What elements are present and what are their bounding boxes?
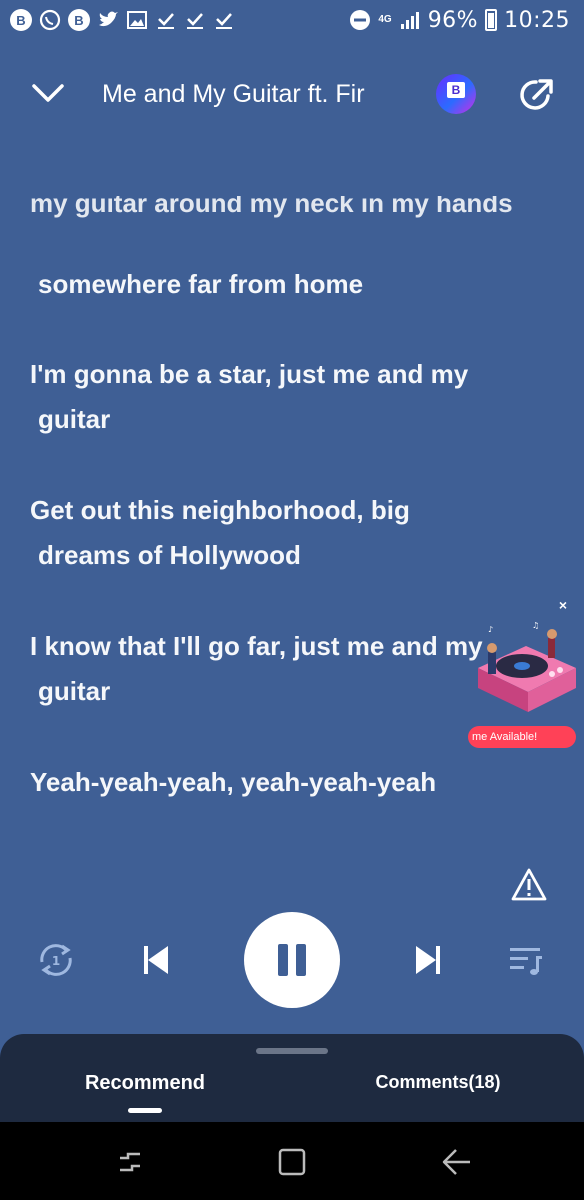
playlist-icon	[510, 948, 542, 975]
chevron-down-icon	[32, 84, 64, 102]
repeat-one-button[interactable]: 1	[34, 938, 78, 982]
tab-comments[interactable]: Comments(18)	[360, 1072, 516, 1093]
floating-promo[interactable]: × ♪ ♫ me Available!	[466, 596, 578, 752]
beetalk-icon: B	[10, 9, 32, 31]
back-arrow-icon	[442, 1149, 470, 1175]
skip-previous-icon	[144, 946, 168, 974]
notification-icons: B B	[10, 9, 235, 31]
turntable-illustration: ♪ ♫	[478, 621, 576, 712]
lyric-line: I'm gonna be a star, just me and my guit…	[30, 359, 469, 434]
pause-icon	[278, 944, 306, 976]
check-icon	[213, 9, 235, 31]
collapse-button[interactable]	[26, 76, 70, 112]
tab-recommend[interactable]: Recommend	[70, 1072, 220, 1095]
report-lyrics-button[interactable]	[510, 866, 548, 904]
previous-button[interactable]	[134, 940, 178, 980]
sheet-drag-handle[interactable]	[256, 1048, 328, 1054]
clock: 10:25	[504, 7, 570, 33]
skip-next-icon	[416, 946, 440, 974]
battery-percent: 96%	[427, 7, 479, 33]
player-header: Me and My Guitar ft. Fir B	[0, 62, 584, 126]
svg-text:♪: ♪	[488, 625, 493, 634]
check-icon	[155, 9, 177, 31]
lyric-line: Yeah-yeah-yeah, yeah-yeah-yeah	[30, 767, 437, 797]
repeat-count: 1	[52, 954, 60, 968]
promo-close-button[interactable]: ×	[554, 596, 572, 614]
svg-text:♫: ♫	[532, 621, 539, 630]
signal-icon	[399, 9, 421, 31]
pause-button[interactable]	[244, 912, 340, 1008]
playback-controls: 1	[0, 910, 584, 1010]
share-icon	[520, 79, 553, 110]
do-not-disturb-icon	[349, 9, 371, 31]
bottom-sheet[interactable]: Recommend Comments(18)	[0, 1034, 584, 1124]
system-status: 4G 96% 10:25	[349, 8, 570, 33]
check-icon	[184, 9, 206, 31]
back-button[interactable]	[436, 1142, 476, 1182]
system-nav-bar	[0, 1122, 584, 1200]
lyric-line-faded: my guitar around my neck in my hands	[30, 196, 513, 218]
status-bar: B B 4G 96% 10:25	[0, 0, 584, 40]
lyric-line: somewhere far from home	[38, 269, 364, 299]
repeat-one-icon: 1	[40, 944, 72, 976]
artist-avatar[interactable]: B	[436, 74, 476, 114]
playlist-button[interactable]	[504, 940, 548, 980]
recent-apps-button[interactable]	[110, 1142, 150, 1182]
tab-active-indicator	[128, 1108, 162, 1113]
lyric-line: Get out this neighborhood, big dreams of…	[30, 495, 410, 570]
home-button[interactable]	[272, 1142, 312, 1182]
whatsapp-icon	[39, 9, 61, 31]
image-icon	[126, 9, 148, 31]
beetalk-icon: B	[68, 9, 90, 31]
twitter-icon	[97, 9, 119, 31]
next-button[interactable]	[406, 940, 450, 980]
home-icon	[278, 1148, 306, 1176]
lyric-line: I know that I'll go far, just me and my …	[30, 631, 483, 706]
recent-apps-icon	[120, 1152, 140, 1172]
network-type: 4G	[378, 14, 392, 25]
boomplay-logo-icon: B	[447, 82, 465, 98]
promo-badge[interactable]: me Available!	[468, 726, 576, 748]
battery-icon	[485, 9, 498, 31]
share-button[interactable]	[518, 74, 558, 114]
song-title: Me and My Guitar ft. Fir	[102, 80, 365, 108]
warning-icon	[511, 868, 547, 901]
